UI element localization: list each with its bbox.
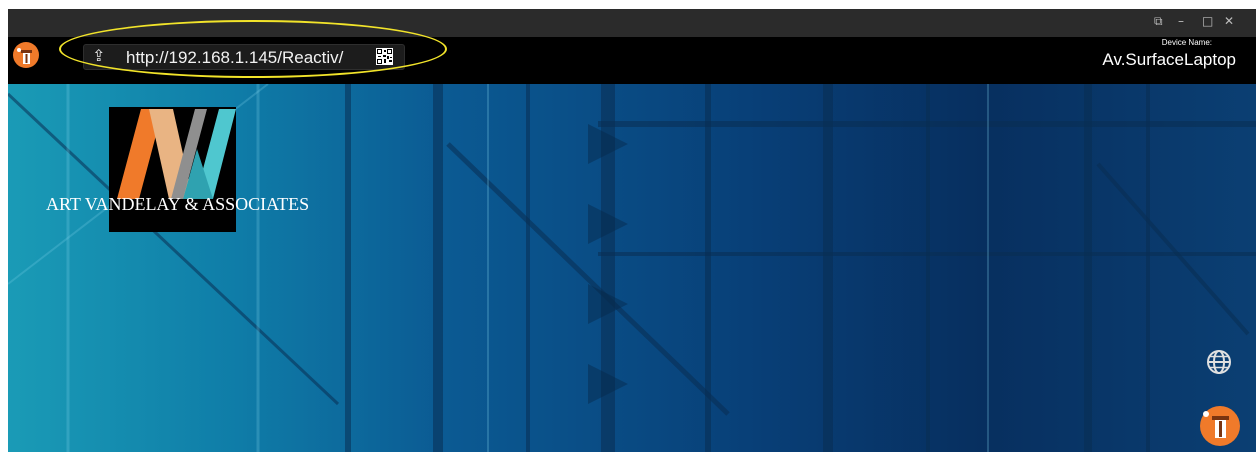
toolbar: ⇪ http://192.168.1.145/Reactiv/ Device N… xyxy=(8,37,1256,84)
share-icon[interactable]: ⇪ xyxy=(92,46,105,65)
app-window: ⧉ – □ ✕ ⇪ http://192.168.1.145/Reactiv/ xyxy=(8,9,1256,452)
content-area: ART VANDELAY & ASSOCIATES xyxy=(8,84,1256,452)
qr-code-icon[interactable] xyxy=(376,48,393,65)
globe-icon[interactable] xyxy=(1205,348,1233,376)
device-name-value: Av.SurfaceLaptop xyxy=(1102,50,1236,69)
app-logo-icon[interactable] xyxy=(12,41,40,69)
maximize-icon[interactable]: □ xyxy=(1202,14,1213,28)
url-text[interactable]: http://192.168.1.145/Reactiv/ xyxy=(126,48,343,68)
company-name: ART VANDELAY & ASSOCIATES xyxy=(46,194,310,214)
close-icon[interactable]: ✕ xyxy=(1224,14,1234,28)
popout-icon[interactable]: ⧉ xyxy=(1154,14,1163,29)
title-bar: ⧉ – □ ✕ xyxy=(8,9,1256,37)
corner-app-logo-icon[interactable] xyxy=(1196,400,1244,448)
url-bar[interactable]: ⇪ http://192.168.1.145/Reactiv/ xyxy=(83,44,405,70)
minimize-icon[interactable]: – xyxy=(1178,14,1184,28)
device-name-label: Device Name: xyxy=(1161,38,1212,47)
